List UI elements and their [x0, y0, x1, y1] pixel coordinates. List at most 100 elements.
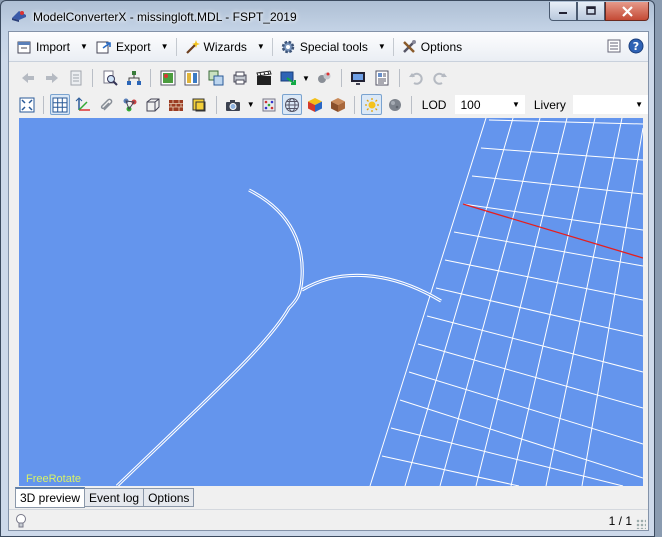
livery-label: Livery — [533, 97, 566, 112]
toolbar-main: ▼ — [9, 66, 648, 90]
menu-export[interactable]: Export ▼ — [92, 36, 173, 58]
yellow-square-icon — [192, 98, 206, 111]
3d-viewport[interactable]: FreeRotate — [19, 118, 643, 486]
tab-event-log[interactable]: Event log — [85, 488, 145, 507]
chevron-down-icon: ▼ — [635, 100, 644, 109]
solid-button[interactable] — [328, 94, 348, 115]
maximize-icon — [586, 6, 596, 15]
hierarchy-icon — [126, 71, 141, 85]
attach-button[interactable] — [97, 94, 117, 115]
chevron-down-icon: ▼ — [377, 42, 386, 51]
lod-label: LOD — [421, 97, 447, 112]
help-icon[interactable]: ? — [628, 38, 644, 54]
lod-value: 100 — [460, 97, 481, 112]
lod-select[interactable]: 100 ▼ — [455, 95, 525, 114]
app-icon — [11, 9, 27, 23]
road-spline — [115, 188, 442, 486]
material-button[interactable] — [157, 68, 178, 89]
menu-export-label: Export — [115, 39, 151, 54]
night-button[interactable] — [385, 94, 405, 115]
clapper-icon — [255, 70, 272, 85]
lightbulb-icon[interactable] — [13, 513, 29, 529]
menu-options[interactable]: Options — [397, 36, 466, 58]
menu-import[interactable]: Import ▼ — [12, 36, 92, 58]
animation-button[interactable] — [253, 68, 274, 89]
svg-text:?: ? — [633, 40, 639, 53]
back-button[interactable] — [17, 68, 38, 89]
bottom-tabs: 3D preview Event log Options — [15, 487, 195, 508]
tab-3d-preview[interactable]: 3D preview — [15, 487, 86, 508]
lights-button[interactable] — [259, 94, 279, 115]
close-button[interactable] — [605, 2, 649, 21]
brick-icon — [169, 99, 184, 111]
transform-button[interactable] — [277, 68, 298, 89]
box-icon — [331, 97, 346, 112]
copy-button[interactable] — [205, 68, 226, 89]
toolbar-divider — [398, 69, 400, 87]
texture-button[interactable] — [181, 68, 202, 89]
import-icon — [16, 39, 32, 55]
monitor-icon — [351, 72, 366, 85]
scene-canvas[interactable] — [19, 118, 643, 486]
forward-button[interactable] — [41, 68, 62, 89]
ground-grid — [369, 118, 643, 486]
page-counter: 1 / 1 — [608, 514, 632, 528]
grid-icon — [52, 97, 68, 112]
tools-icon — [401, 39, 417, 55]
preview-button[interactable] — [99, 68, 120, 89]
bounding-box-button[interactable] — [143, 94, 163, 115]
wireframe-cube-icon — [146, 98, 160, 111]
camera-button[interactable] — [223, 94, 243, 115]
document-icon[interactable] — [606, 38, 622, 54]
minimize-button[interactable] — [549, 2, 577, 21]
chevron-down-icon: ▼ — [80, 42, 88, 51]
title-bar[interactable]: ModelConverterX - missingloft.MDL - FSPT… — [1, 1, 654, 31]
flat-shade-button[interactable] — [189, 94, 209, 115]
tab-options[interactable]: Options — [144, 488, 195, 507]
toolbar-divider — [354, 95, 356, 114]
minimize-icon — [559, 12, 567, 14]
toolbar-divider — [92, 69, 93, 87]
camera-icon — [225, 99, 240, 111]
paperclip-icon — [100, 98, 112, 111]
magnifier-icon — [103, 70, 118, 86]
arrow-left-icon — [21, 73, 34, 83]
axes-icon — [76, 96, 91, 111]
print-button[interactable] — [229, 68, 250, 89]
hierarchy-button[interactable] — [123, 68, 144, 89]
undo-button[interactable] — [406, 68, 427, 89]
chevron-down-icon[interactable]: ▼ — [247, 100, 255, 109]
toolbar-divider — [43, 95, 45, 114]
scene-graph-button[interactable] — [120, 94, 140, 115]
redo-icon — [433, 72, 448, 85]
redo-button[interactable] — [430, 68, 451, 89]
merge-button[interactable] — [314, 68, 335, 89]
menu-bar: Import ▼ Export ▼ Wizards ▼ Special tool… — [9, 32, 648, 62]
resize-grip[interactable] — [636, 519, 646, 529]
livery-select[interactable]: ▼ — [572, 95, 649, 114]
fit-view-icon — [19, 97, 35, 112]
texture-icon — [184, 70, 199, 86]
toolbar-view: ▼ LOD 100 ▼ Livery ▼ — [9, 92, 649, 117]
wireframe-button[interactable] — [281, 94, 303, 115]
menu-special-tools-label: Special tools — [299, 39, 368, 54]
axes-button[interactable] — [73, 94, 93, 115]
page-button[interactable] — [65, 68, 86, 89]
day-button[interactable] — [361, 94, 382, 115]
arrow-right-icon — [45, 73, 58, 83]
menu-wizards[interactable]: Wizards ▼ — [180, 36, 269, 58]
chevron-down-icon[interactable]: ▼ — [302, 74, 310, 83]
report-button[interactable] — [372, 68, 393, 89]
screenshot-button[interactable] — [348, 68, 369, 89]
menu-special-tools[interactable]: Special tools ▼ — [276, 36, 390, 58]
report-icon — [375, 70, 389, 86]
export-icon — [96, 39, 112, 55]
sun-icon — [364, 97, 379, 112]
colors-button[interactable] — [305, 94, 325, 115]
toolbar-divider — [150, 69, 151, 87]
zoom-extents-button[interactable] — [17, 94, 37, 115]
print-icon — [233, 71, 246, 85]
grid-toggle-button[interactable] — [50, 94, 71, 115]
textured-button[interactable] — [166, 94, 186, 115]
maximize-button[interactable] — [577, 2, 605, 21]
